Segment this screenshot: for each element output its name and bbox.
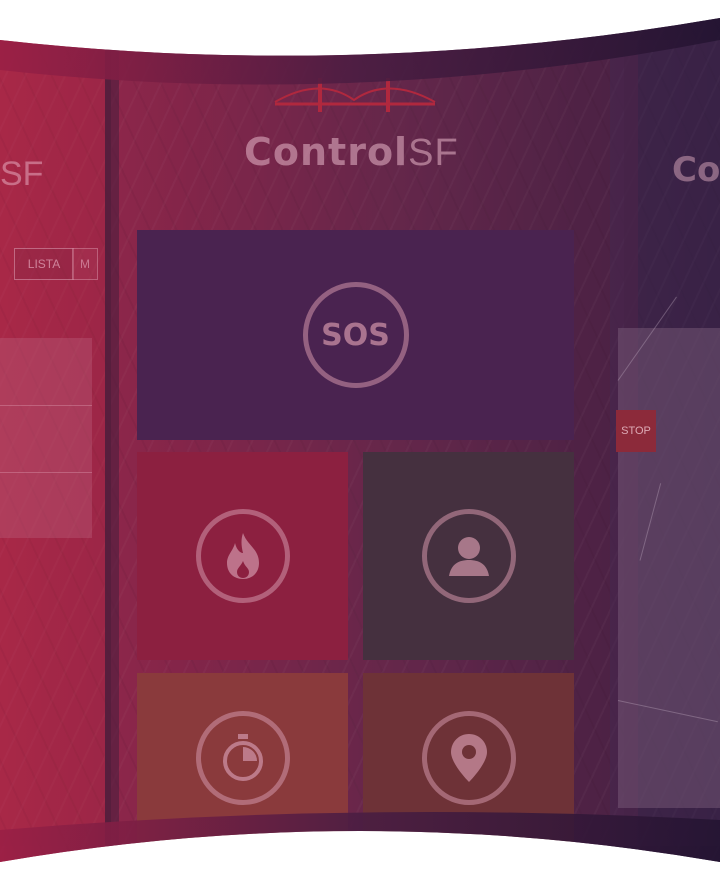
user-icon <box>421 509 516 603</box>
fire-tile[interactable] <box>137 452 348 660</box>
map-view[interactable] <box>618 328 720 808</box>
stop-marker[interactable]: STOP <box>616 410 656 452</box>
right-logo-text: Co <box>672 150 720 190</box>
location-tile[interactable] <box>363 673 574 843</box>
left-list-panel <box>0 338 92 538</box>
left-logo-text: SF <box>0 155 44 193</box>
list-divider <box>0 472 92 473</box>
logo-light: SF <box>408 132 459 174</box>
sos-label: SOS <box>321 317 390 353</box>
map-button[interactable]: M <box>72 248 98 280</box>
stopwatch-icon <box>195 711 290 805</box>
location-pin-icon <box>421 711 516 805</box>
list-divider <box>0 405 92 406</box>
contact-tile[interactable] <box>363 452 574 660</box>
sos-tile[interactable]: SOS <box>137 230 574 440</box>
logo-bold: Control <box>244 130 409 174</box>
bridge-logo-icon <box>274 78 436 112</box>
sos-icon: SOS <box>302 282 409 388</box>
app-logo-text: ControlSF <box>244 130 459 175</box>
promo-banner: SF LISTA M ControlSF SOS Co STOP <box>0 0 720 876</box>
fire-icon <box>195 509 290 603</box>
timer-tile[interactable] <box>137 673 348 843</box>
list-button[interactable]: LISTA <box>14 248 74 280</box>
